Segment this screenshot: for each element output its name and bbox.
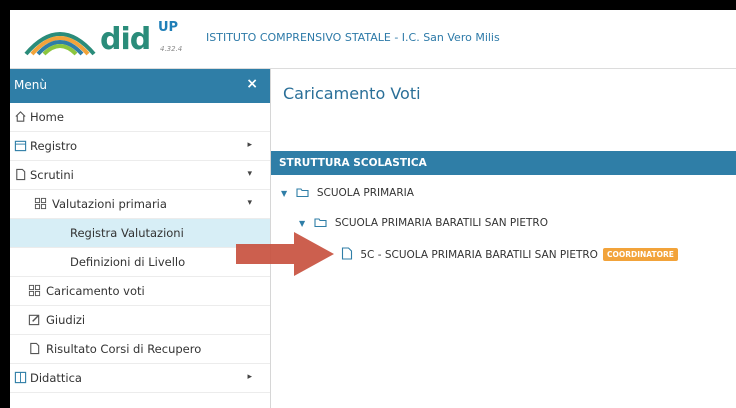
tree-node-scuola-primaria[interactable]: ▼ SCUOLA PRIMARIA	[281, 187, 414, 199]
sidebar-item-label: Registro	[30, 139, 78, 153]
caret-down-icon[interactable]: ▼	[281, 189, 287, 198]
sidebar-item-label: Scrutini	[30, 168, 74, 182]
tree-node-label: SCUOLA PRIMARIA BARATILI SAN PIETRO	[334, 217, 548, 229]
sidebar-item-valutazioni-primaria[interactable]: Valutazioni primaria ▾	[10, 190, 270, 219]
file-icon	[341, 247, 353, 260]
sidebar-item-label: Definizioni di Livello	[70, 255, 186, 269]
tree-node-scuola-primaria-baratili[interactable]: ▼ SCUOLA PRIMARIA BARATILI SAN PIETRO	[299, 217, 548, 229]
chevron-down-icon: ▾	[247, 198, 252, 208]
chevron-right-icon: ▸	[247, 372, 252, 382]
edit-icon	[28, 314, 40, 326]
table-header: STRUTTURA SCOLASTICA	[271, 151, 736, 175]
menu-title: Menù	[14, 78, 47, 92]
book-icon	[14, 371, 27, 384]
close-menu-button[interactable]: ×	[246, 76, 258, 92]
caret-down-icon[interactable]: ▼	[299, 219, 305, 228]
annotation-arrow-icon	[236, 232, 334, 276]
chevron-down-icon: ▾	[247, 169, 252, 179]
sidebar-item-label: Giudizi	[46, 313, 86, 327]
school-name: ISTITUTO COMPRENSIVO STATALE - I.C. San …	[206, 31, 500, 44]
sidebar-item-scrutini[interactable]: Scrutini ▾	[10, 161, 270, 190]
sidebar-menu: Menù × Home Registro ▸ Scrutini ▾ Valuta…	[10, 69, 271, 408]
sidebar-item-label: Didattica	[30, 371, 82, 385]
logo-text: did	[100, 22, 151, 57]
tree-node-class-5c[interactable]: 5C - SCUOLA PRIMARIA BARATILI SAN PIETRO…	[341, 247, 678, 261]
sidebar-item-caricamento-voti[interactable]: Caricamento voti	[10, 277, 270, 306]
calendar-icon	[14, 140, 27, 152]
rainbow-logo-icon	[24, 32, 96, 56]
sidebar-item-risultato-corsi-di-recupero[interactable]: Risultato Corsi di Recupero	[10, 335, 270, 364]
sidebar-item-giudizi[interactable]: Giudizi	[10, 306, 270, 335]
tree-node-label: 5C - SCUOLA PRIMARIA BARATILI SAN PIETRO	[360, 249, 598, 261]
logo-sup: UP	[158, 20, 179, 35]
sidebar-item-definizioni-di-livello[interactable]: Definizioni di Livello	[10, 248, 270, 277]
table-header-label: STRUTTURA SCOLASTICA	[279, 157, 427, 169]
folder-open-icon	[313, 218, 327, 228]
sidebar-item-label: Valutazioni primaria	[52, 197, 167, 211]
main-content: Caricamento Voti STRUTTURA SCOLASTICA ▼ …	[271, 69, 736, 408]
folder-open-icon	[295, 188, 309, 198]
chevron-right-icon: ▸	[247, 140, 252, 150]
page-title: Caricamento Voti	[283, 84, 421, 103]
sidebar-item-label: Registra Valutazioni	[70, 226, 184, 240]
grid-icon	[28, 284, 41, 297]
home-icon	[15, 111, 26, 122]
sidebar-item-label: Risultato Corsi di Recupero	[46, 342, 202, 356]
app-window: did UP 4.32.4 ISTITUTO COMPRENSIVO STATA…	[10, 10, 736, 408]
sidebar-item-label: Caricamento voti	[46, 284, 145, 298]
sidebar-item-didattica[interactable]: Didattica ▸	[10, 364, 270, 393]
sidebar-item-home[interactable]: Home	[10, 103, 270, 132]
menu-header: Menù ×	[10, 69, 270, 103]
document-icon	[16, 168, 26, 181]
sidebar-item-registro[interactable]: Registro ▸	[10, 132, 270, 161]
didup-logo[interactable]: did UP 4.32.4	[22, 18, 192, 62]
document-icon	[30, 342, 40, 355]
grid-icon	[34, 197, 47, 210]
sidebar-item-registra-valutazioni[interactable]: Registra Valutazioni	[10, 219, 270, 248]
tree-node-label: SCUOLA PRIMARIA	[316, 187, 414, 199]
coordinatore-badge: COORDINATORE	[602, 248, 678, 261]
sidebar-item-label: Home	[30, 110, 64, 124]
top-bar: did UP 4.32.4 ISTITUTO COMPRENSIVO STATA…	[10, 10, 736, 69]
app-version: 4.32.4	[160, 45, 183, 53]
